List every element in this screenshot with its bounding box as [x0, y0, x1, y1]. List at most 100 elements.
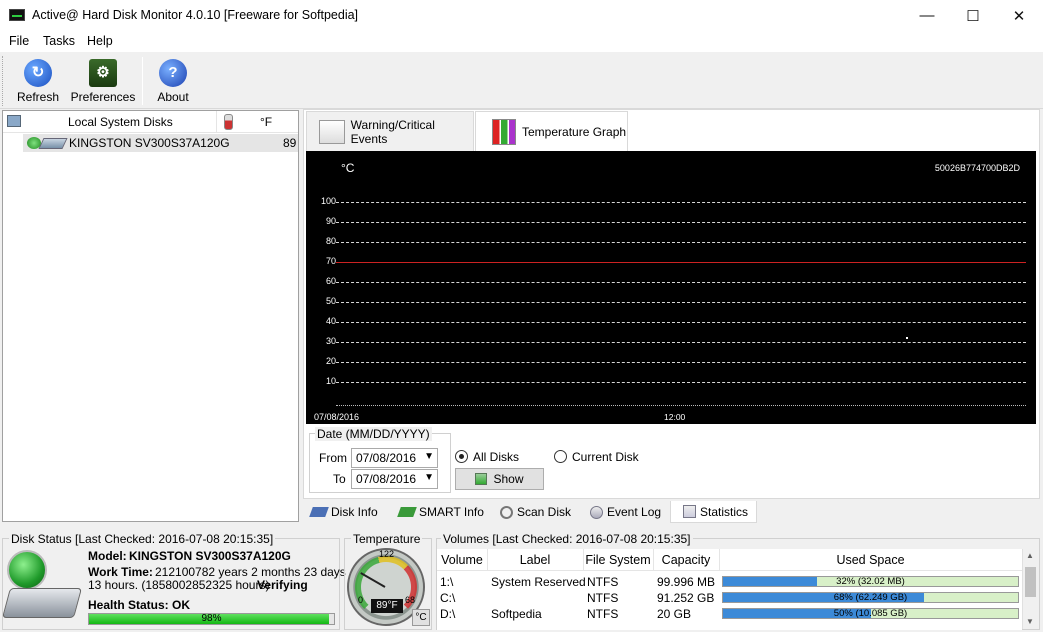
col-volume[interactable]: Volume [437, 553, 487, 567]
tab-scan-disk[interactable]: Scan Disk [500, 501, 572, 523]
file-system-cell: NTFS [587, 607, 619, 621]
file-system-cell: NTFS [587, 591, 619, 605]
menu-help[interactable]: Help [87, 34, 113, 48]
y-axis-label: 100 [320, 196, 336, 206]
toolbar-separator [142, 57, 143, 105]
all-disks-radio[interactable] [455, 450, 468, 463]
label-cell: System Reserved [491, 575, 586, 589]
volumes-header: Volume Label File System Capacity Used S… [437, 549, 1022, 571]
disk-temperature: 89 [283, 136, 297, 150]
about-button[interactable]: ? About [152, 56, 194, 106]
disk-name: KINGSTON SV300S37A120G [69, 136, 230, 150]
table-row[interactable]: 1:\ System Reserved NTFS 99.996 MB 32% (32.0… [437, 574, 1022, 590]
tab-disk-info[interactable]: Disk Info [309, 501, 391, 523]
y-axis-label: 80 [325, 236, 336, 246]
tab-events[interactable]: Warning/Critical Events [306, 111, 474, 151]
y-axis-label: 90 [325, 216, 336, 226]
col-label[interactable]: Label [487, 553, 583, 567]
thermometer-icon [224, 114, 233, 130]
smart-info-icon [397, 507, 417, 517]
graph-date-label: 07/08/2016 [314, 412, 360, 422]
grid-line [336, 282, 1026, 283]
disk-info-icon [309, 507, 329, 517]
x-axis [336, 405, 1026, 406]
to-date-picker[interactable]: 07/08/2016 ▼ [351, 469, 438, 489]
grid-line [336, 222, 1026, 223]
help-icon: ? [159, 59, 187, 87]
grid-line [336, 362, 1026, 363]
close-button[interactable]: ✕ [996, 0, 1042, 31]
disk-list: Local System Disks °F KINGSTON SV300S37A… [2, 110, 299, 522]
used-space-bar: 50% (10.085 GB) [722, 608, 1019, 619]
preferences-button[interactable]: ⚙ Preferences [70, 56, 136, 106]
col-used-space[interactable]: Used Space [719, 553, 1022, 567]
y-axis-label: 40 [325, 316, 336, 326]
drive-icon [38, 138, 68, 149]
table-row[interactable]: C:\ NTFS 91.252 GB 68% (62.249 GB) [437, 590, 1022, 606]
tab-statistics[interactable]: Statistics [670, 501, 757, 523]
tab-events-label: Warning/Critical Events [350, 117, 435, 146]
show-button[interactable]: Show [455, 468, 544, 490]
grid-line [336, 302, 1026, 303]
preferences-icon: ⚙ [89, 59, 117, 87]
health-status-label: Health Status: [88, 598, 169, 612]
tab-statistics-label: Statistics [700, 504, 749, 519]
col-capacity[interactable]: Capacity [653, 553, 719, 567]
current-disk-radio[interactable] [554, 450, 567, 463]
window-title: Active@ Hard Disk Monitor 4.0.10 [Freewa… [32, 8, 359, 22]
disk-list-header: Local System Disks °F [3, 111, 298, 133]
temperature-title: Temperature [351, 532, 423, 546]
tab-smart-info[interactable]: SMART Info [397, 501, 484, 523]
graph-unit: °C [341, 161, 355, 175]
column-divider [653, 549, 654, 571]
from-date-picker[interactable]: 07/08/2016 ▼ [351, 448, 438, 468]
volumes-scrollbar[interactable]: ▲ ▼ [1022, 549, 1038, 629]
hard-disk-icon [1, 588, 83, 618]
disk-row[interactable]: KINGSTON SV300S37A120G 89 [23, 134, 298, 152]
menu-tasks[interactable]: Tasks [43, 34, 75, 48]
critical-threshold-line [336, 262, 1026, 263]
col-file-system[interactable]: File System [583, 553, 653, 567]
column-divider [719, 549, 720, 571]
scrollbar-thumb[interactable] [1025, 567, 1036, 597]
column-divider [487, 549, 488, 571]
table-row[interactable]: D:\ Softpedia NTFS 20 GB 50% (10.085 GB) [437, 606, 1022, 622]
all-disks-label: All Disks [473, 450, 520, 464]
statistics-icon [683, 505, 696, 518]
grid-line [336, 242, 1026, 243]
y-axis-label: 60 [325, 276, 336, 286]
menu-bar: File Tasks Help [0, 31, 1043, 52]
used-space-bar: 32% (32.02 MB) [722, 576, 1019, 587]
file-system-cell: NTFS [587, 575, 619, 589]
data-point [906, 337, 908, 339]
maximize-button[interactable]: ☐ [950, 0, 996, 31]
volumes-title: Volumes [Last Checked: 2016-07-08 20:15:… [441, 532, 693, 546]
volume-cell: C:\ [440, 591, 456, 605]
gauge-max-label: 122 [379, 549, 395, 559]
used-space-bar: 68% (62.249 GB) [722, 592, 1019, 603]
computer-icon [7, 115, 21, 127]
current-disk-label: Current Disk [572, 450, 639, 464]
temperature-unit: °F [260, 115, 273, 129]
minimize-button[interactable]: — [904, 0, 950, 31]
volumes-table: Volume Label File System Capacity Used S… [437, 549, 1022, 630]
tab-graph-label: Temperature Graph [522, 124, 627, 139]
toolbar-grip [2, 56, 5, 106]
capacity-cell: 99.996 MB [657, 575, 716, 589]
health-status-value: OK [172, 598, 190, 612]
events-icon [319, 119, 345, 144]
y-axis-label: 50 [325, 296, 336, 306]
scroll-down-icon[interactable]: ▼ [1026, 617, 1034, 626]
menu-file[interactable]: File [9, 34, 29, 48]
y-axis-label: 30 [325, 336, 336, 346]
from-date-value: 07/08/2016 [356, 451, 417, 465]
scroll-up-icon[interactable]: ▲ [1026, 551, 1034, 560]
gauge-mid-label: 68 [405, 595, 416, 605]
tab-temperature-graph[interactable]: Temperature Graph [475, 111, 628, 151]
temperature-graph: °C 50026B774700DB2D 100 90 80 70 60 50 40 30 20 1… [306, 151, 1036, 424]
y-axis-label: 70 [325, 256, 336, 266]
tab-smart-info-label: SMART Info [419, 505, 484, 519]
tab-event-log[interactable]: Event Log [590, 501, 665, 523]
refresh-button[interactable]: ↻ Refresh [10, 56, 66, 106]
celsius-toggle-button[interactable]: °C [412, 609, 430, 626]
